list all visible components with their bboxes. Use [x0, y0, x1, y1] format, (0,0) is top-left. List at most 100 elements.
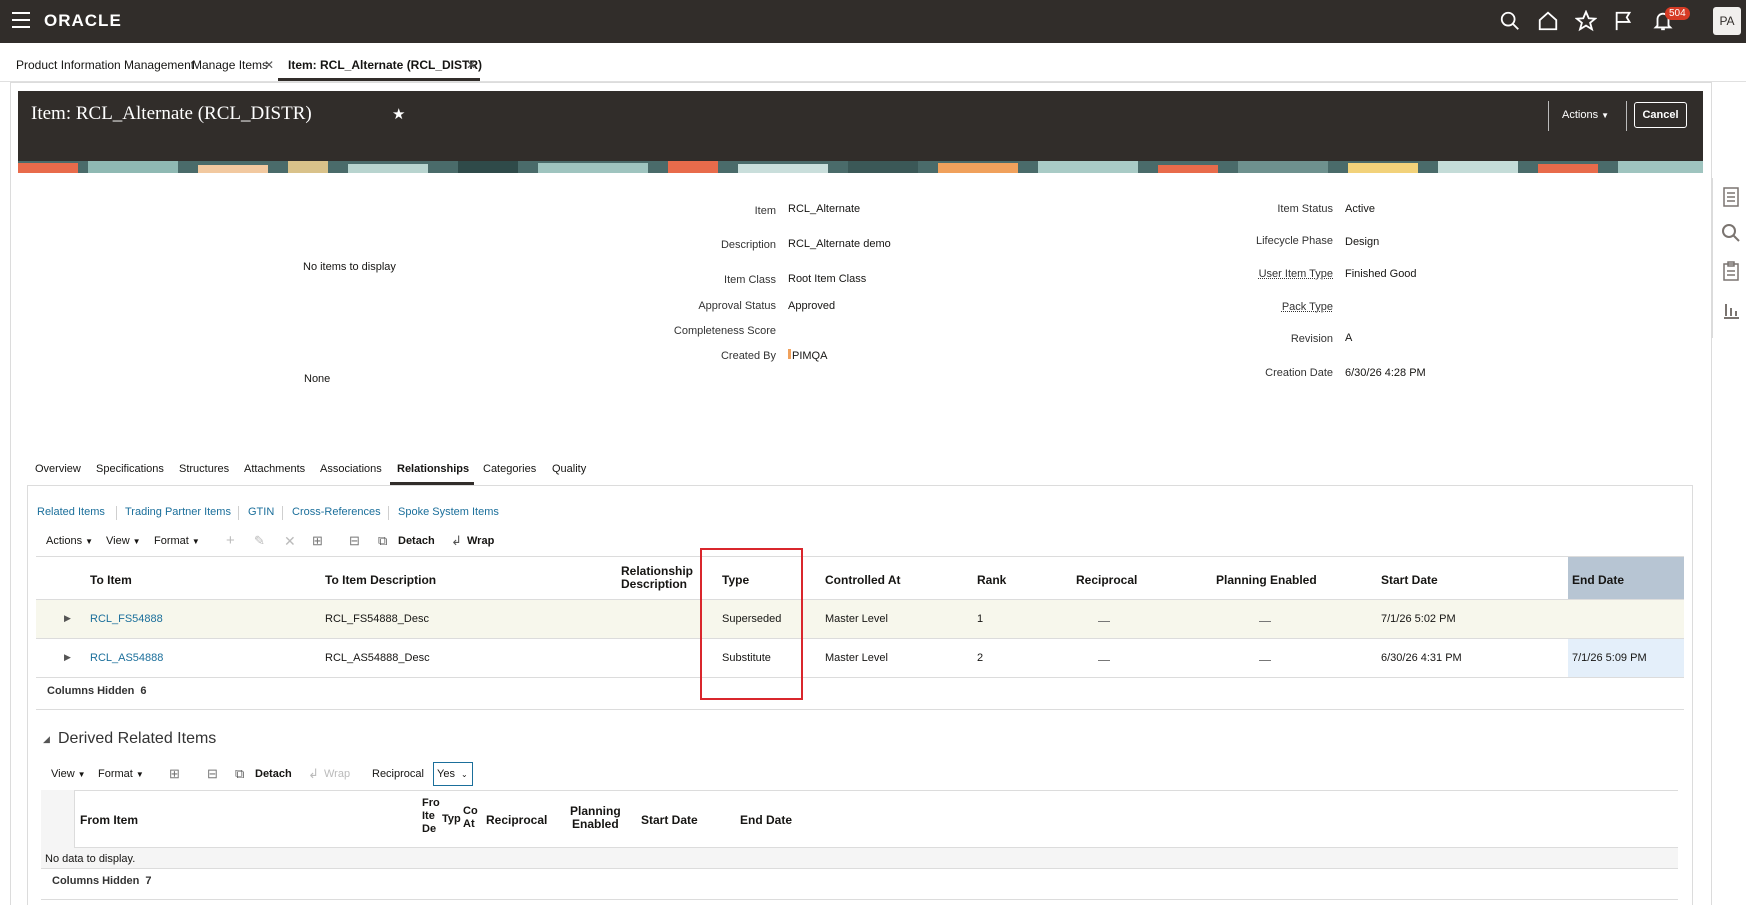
actions-menu[interactable]: Actions ▼ — [46, 535, 93, 547]
user-presence-icon — [788, 349, 791, 359]
col-controlled-at[interactable]: Co At — [463, 805, 478, 831]
created-by-name: PIMQA — [792, 350, 828, 362]
derived-format-menu[interactable]: Format ▼ — [98, 768, 144, 780]
expand-row-icon[interactable]: ▶ — [64, 652, 71, 663]
to-item-description-cell: RCL_AS54888_Desc — [325, 652, 430, 664]
view-menu[interactable]: View ▼ — [106, 535, 141, 547]
link-cross-references[interactable]: Cross-References — [292, 506, 381, 518]
export-icon[interactable]: ⊟ — [349, 533, 360, 549]
detach-icon[interactable]: ⧉ — [378, 533, 387, 549]
user-item-type-label: User Item Type — [1258, 268, 1333, 280]
home-icon[interactable] — [1537, 10, 1559, 32]
user-avatar[interactable]: PA — [1713, 7, 1741, 35]
close-tab-icon[interactable]: ✕ — [466, 58, 476, 72]
tab-attachments[interactable]: Attachments — [244, 463, 305, 475]
col-type[interactable]: Typ — [442, 813, 461, 825]
collapse-section-icon[interactable]: ◢ — [43, 734, 50, 745]
page-tabs-bar: Product Information Management Manage It… — [0, 43, 1746, 82]
col-end-date[interactable]: End Date — [740, 813, 792, 827]
controlled-at-cell: Master Level — [825, 652, 888, 664]
reciprocal-empty-cell — [1098, 651, 1110, 661]
tab-categories[interactable]: Categories — [483, 463, 536, 475]
document-icon[interactable] — [1721, 186, 1741, 208]
col-planning-enabled[interactable]: Planning Enabled — [570, 805, 621, 831]
add-icon[interactable]: + — [226, 532, 235, 549]
item-status-value: Active — [1345, 203, 1375, 215]
search-icon[interactable] — [1499, 10, 1521, 32]
tab-item-rcl-alternate[interactable]: Item: RCL_Alternate (RCL_DISTR) — [288, 58, 482, 72]
reciprocal-select[interactable]: Yes ⌄ — [433, 762, 473, 786]
link-divider — [238, 506, 239, 520]
table-row[interactable]: ▶ RCL_FS54888 RCL_FS54888_Desc Supersede… — [36, 600, 1684, 639]
description-value: RCL_Alternate demo — [788, 238, 891, 250]
col-start-date[interactable]: Start Date — [641, 813, 698, 827]
tab-overview[interactable]: Overview — [35, 463, 81, 475]
planning-enabled-empty-cell — [1259, 651, 1271, 661]
link-trading-partner-items[interactable]: Trading Partner Items — [125, 506, 231, 518]
derived-detach-button[interactable]: Detach — [255, 768, 292, 780]
start-date-cell: 6/30/26 4:31 PM — [1381, 652, 1462, 664]
format-menu[interactable]: Format ▼ — [154, 535, 200, 547]
table-row[interactable]: ▶ RCL_AS54888 RCL_AS54888_Desc Substitut… — [36, 639, 1684, 678]
col-relationship-description[interactable]: Relationship Description — [621, 565, 693, 591]
detach-icon[interactable]: ⧉ — [235, 766, 244, 782]
derived-related-items-title[interactable]: Derived Related Items — [58, 730, 216, 748]
edit-pencil-icon[interactable]: ✎ — [254, 533, 265, 549]
wrap-icon[interactable]: ↲ — [451, 533, 462, 549]
search-icon[interactable] — [1721, 222, 1741, 244]
close-tab-icon[interactable]: ✕ — [264, 58, 274, 72]
created-by-value[interactable]: PIMQA — [788, 349, 827, 362]
wrap-button[interactable]: Wrap — [467, 535, 494, 547]
active-tab-indicator — [278, 78, 480, 81]
col-reciprocal[interactable]: Reciprocal — [1076, 573, 1137, 587]
revision-value: A — [1345, 332, 1353, 344]
link-divider — [388, 506, 389, 520]
col-from-item-description[interactable]: Fro Ite De — [422, 797, 440, 836]
col-from-item[interactable]: From Item — [80, 813, 138, 827]
col-reciprocal[interactable]: Reciprocal — [486, 813, 547, 827]
clipboard-icon[interactable] — [1721, 260, 1741, 282]
col-planning-enabled[interactable]: Planning Enabled — [1216, 573, 1317, 587]
columns-hidden-status: Columns Hidden 6 — [47, 685, 147, 697]
user-item-type-value: Finished Good — [1345, 268, 1417, 280]
wrap-icon[interactable]: ↲ — [308, 766, 319, 782]
link-spoke-system-items[interactable]: Spoke System Items — [398, 506, 499, 518]
col-rank[interactable]: Rank — [977, 573, 1006, 587]
actions-menu-button[interactable]: Actions ▼ — [1562, 109, 1609, 121]
item-class-label: Item Class — [724, 274, 776, 286]
cancel-button[interactable]: Cancel — [1634, 102, 1687, 128]
link-related-items[interactable]: Related Items — [37, 506, 105, 518]
favorite-star-icon[interactable]: ★ — [392, 105, 405, 123]
col-end-date[interactable]: End Date — [1572, 573, 1624, 587]
menu-icon[interactable] — [12, 12, 30, 28]
col-controlled-at[interactable]: Controlled At — [825, 573, 901, 587]
tab-manage-items[interactable]: Manage Items — [192, 58, 268, 72]
controlled-at-cell: Master Level — [825, 613, 888, 625]
to-item-link[interactable]: RCL_AS54888 — [90, 652, 163, 664]
export-icon[interactable]: ⊟ — [207, 766, 218, 782]
detach-button[interactable]: Detach — [398, 535, 435, 547]
derived-wrap-button[interactable]: Wrap — [324, 768, 350, 780]
to-item-link[interactable]: RCL_FS54888 — [90, 613, 163, 625]
query-by-example-icon[interactable]: ⊞ — [312, 533, 323, 549]
col-start-date[interactable]: Start Date — [1381, 573, 1438, 587]
tab-quality[interactable]: Quality — [552, 463, 586, 475]
derived-view-menu[interactable]: View ▼ — [51, 768, 86, 780]
tab-specifications[interactable]: Specifications — [96, 463, 164, 475]
analytics-chart-icon[interactable] — [1721, 298, 1741, 320]
favorites-star-icon[interactable] — [1574, 9, 1598, 32]
link-gtin[interactable]: GTIN — [248, 506, 274, 518]
link-divider — [282, 506, 283, 520]
col-to-item[interactable]: To Item — [90, 573, 132, 587]
col-to-item-description[interactable]: To Item Description — [325, 573, 436, 587]
delete-x-icon[interactable]: ✕ — [284, 533, 296, 550]
query-by-example-icon[interactable]: ⊞ — [169, 766, 180, 782]
tab-relationships[interactable]: Relationships — [397, 463, 469, 475]
tab-product-information-management[interactable]: Product Information Management — [16, 58, 194, 72]
flag-icon[interactable] — [1613, 10, 1635, 32]
completeness-score-label: Completeness Score — [673, 325, 776, 337]
tab-associations[interactable]: Associations — [320, 463, 382, 475]
tab-structures[interactable]: Structures — [179, 463, 229, 475]
item-value: RCL_Alternate — [788, 203, 861, 215]
expand-row-icon[interactable]: ▶ — [64, 613, 71, 624]
